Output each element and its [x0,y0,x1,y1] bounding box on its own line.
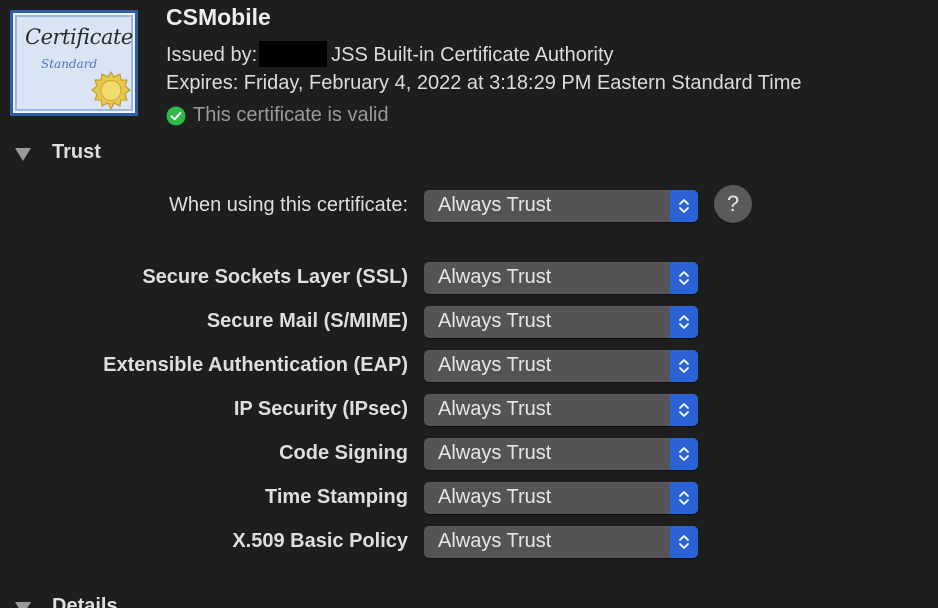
trust-row-label-eap: Extensible Authentication (EAP) [103,354,408,376]
details-section-label[interactable]: Details [52,595,118,608]
certificate-name: CSMobile [166,4,271,30]
trust-popup-ssl[interactable]: Always Trust [424,262,698,294]
when-using-label: When using this certificate: [169,194,408,216]
trust-popup-value: Always Trust [438,354,552,376]
trust-popup-ipsec[interactable]: Always Trust [424,394,698,426]
popup-chevrons [670,350,698,382]
trust-popup-value: Always Trust [438,486,552,508]
issued-by-value: JSS Built-in Certificate Authority [331,44,614,66]
issued-by-label: Issued by: [166,44,258,66]
chevron-up-down-icon [679,491,689,505]
popup-chevrons [670,394,698,426]
certificate-icon-title: Certificate [25,25,133,49]
trust-popup-time-stamping[interactable]: Always Trust [424,482,698,514]
disclosure-triangle-down-icon[interactable] [14,146,32,162]
issued-by-line: Issued by: JSS Built-in Certificate Autho… [166,41,614,67]
chevron-up-down-icon [679,315,689,329]
trust-popup-value: Always Trust [438,310,552,332]
when-using-value: Always Trust [438,194,552,216]
redacted-block [259,41,328,67]
trust-popup-code-signing[interactable]: Always Trust [424,438,698,470]
validity-status: This certificate is valid [166,104,389,127]
gold-seal-icon [91,71,131,111]
popup-chevrons [670,190,698,222]
chevron-up-down-icon [679,535,689,549]
help-button[interactable]: ? [714,185,752,223]
chevron-up-down-icon [679,447,689,461]
disclosure-triangle-down-icon[interactable] [14,600,32,608]
validity-status-text: This certificate is valid [193,104,389,126]
trust-popup-value: Always Trust [438,266,552,288]
chevron-up-down-icon [679,403,689,417]
certificate-trust-window: Certificate Standard CSMobile Issued by:… [0,0,938,608]
certificate-icon-subtitle: Standard [41,57,98,71]
trust-popup-smime[interactable]: Always Trust [424,306,698,338]
trust-row-label-time-stamping: Time Stamping [265,486,408,508]
trust-row-label-smime: Secure Mail (S/MIME) [206,310,408,332]
chevron-up-down-icon [679,271,689,285]
popup-chevrons [670,482,698,514]
trust-popup-value: Always Trust [438,398,552,420]
popup-chevrons [670,526,698,558]
popup-chevrons [670,262,698,294]
checkmark-circle-icon [166,106,186,125]
trust-row-label-ipsec: IP Security (IPsec) [233,398,408,420]
expires-line: Expires: Friday, February 4, 2022 at 3:1… [166,72,802,94]
popup-chevrons [670,306,698,338]
trust-row-label-x509: X.509 Basic Policy [232,530,408,552]
chevron-up-down-icon [679,199,689,213]
when-using-popup[interactable]: Always Trust [424,190,698,222]
trust-popup-value: Always Trust [438,530,552,552]
trust-popup-eap[interactable]: Always Trust [424,350,698,382]
trust-row-label-ssl: Secure Sockets Layer (SSL) [142,266,408,288]
trust-row-label-code-signing: Code Signing [279,442,408,464]
certificate-icon: Certificate Standard [10,10,138,116]
chevron-up-down-icon [679,359,689,373]
trust-popup-value: Always Trust [438,442,552,464]
trust-section-label[interactable]: Trust [52,141,101,164]
popup-chevrons [670,438,698,470]
trust-popup-x509[interactable]: Always Trust [424,526,698,558]
